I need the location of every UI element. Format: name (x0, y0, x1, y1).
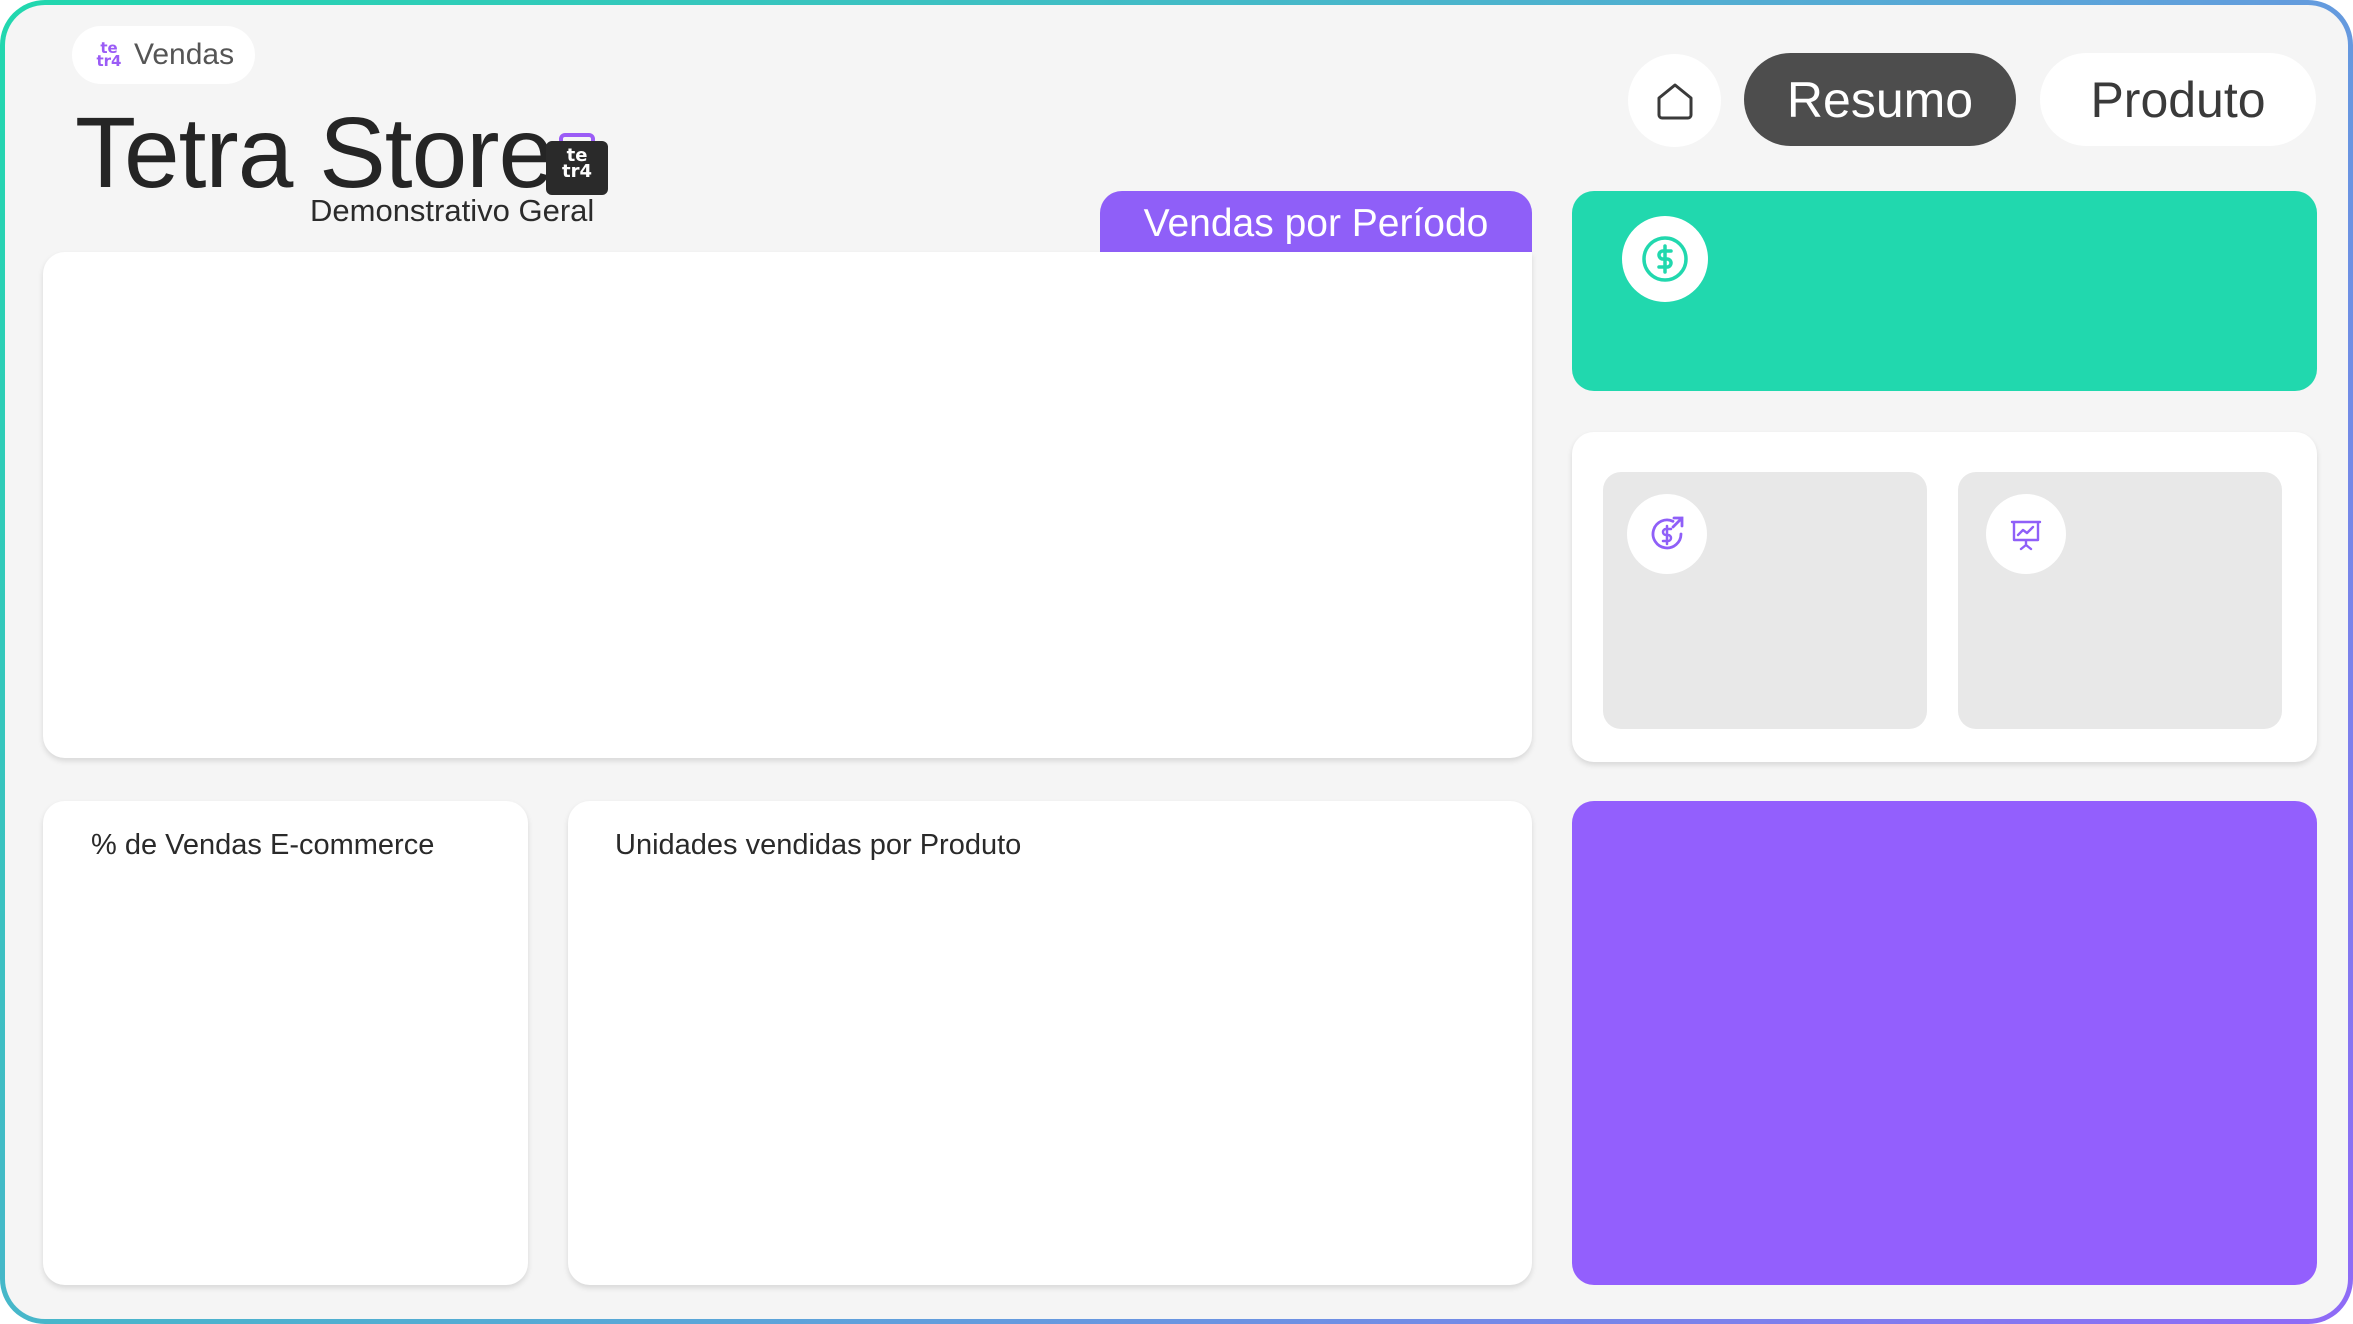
tab-resumo[interactable]: Resumo (1744, 53, 2016, 146)
brand-pill: te tr4 Vendas (72, 26, 255, 84)
vendas-por-periodo-tab: Vendas por Período (1100, 191, 1532, 257)
tetra-logo-icon: te tr4 (96, 41, 122, 70)
dashboard-frame: te tr4 Vendas Tetra Store te tr4 Demonst… (0, 0, 2353, 1324)
units-by-product-card: Unidades vendidas por Produto (568, 801, 1532, 1285)
purple-highlight-card (1572, 801, 2317, 1285)
home-button[interactable] (1628, 54, 1721, 147)
kpi-box-presentation (1958, 472, 2282, 729)
kpi-box-growth (1603, 472, 1927, 729)
bag-logo-bottom-text: tr4 (561, 161, 592, 182)
dashboard-canvas: te tr4 Vendas Tetra Store te tr4 Demonst… (5, 5, 2348, 1319)
ecommerce-card-title: % de Vendas E-commerce (91, 829, 435, 861)
vendas-por-periodo-card (43, 252, 1532, 758)
units-card-title: Unidades vendidas por Produto (615, 829, 1022, 861)
logo-bottom-text: tr4 (96, 52, 122, 70)
shopping-bag-logo-icon: te tr4 (545, 131, 609, 195)
brand-label: Vendas (134, 38, 235, 71)
presentation-chart-icon (1986, 494, 2066, 574)
page-subtitle: Demonstrativo Geral (310, 193, 595, 228)
kpi-card (1572, 432, 2317, 762)
dollar-circle-icon (1622, 216, 1708, 302)
revenue-card (1572, 191, 2317, 391)
tab-produto[interactable]: Produto (2040, 53, 2316, 146)
dollar-growth-icon (1627, 494, 1707, 574)
home-icon (1657, 83, 1692, 119)
ecommerce-sales-card: % de Vendas E-commerce (43, 801, 528, 1285)
